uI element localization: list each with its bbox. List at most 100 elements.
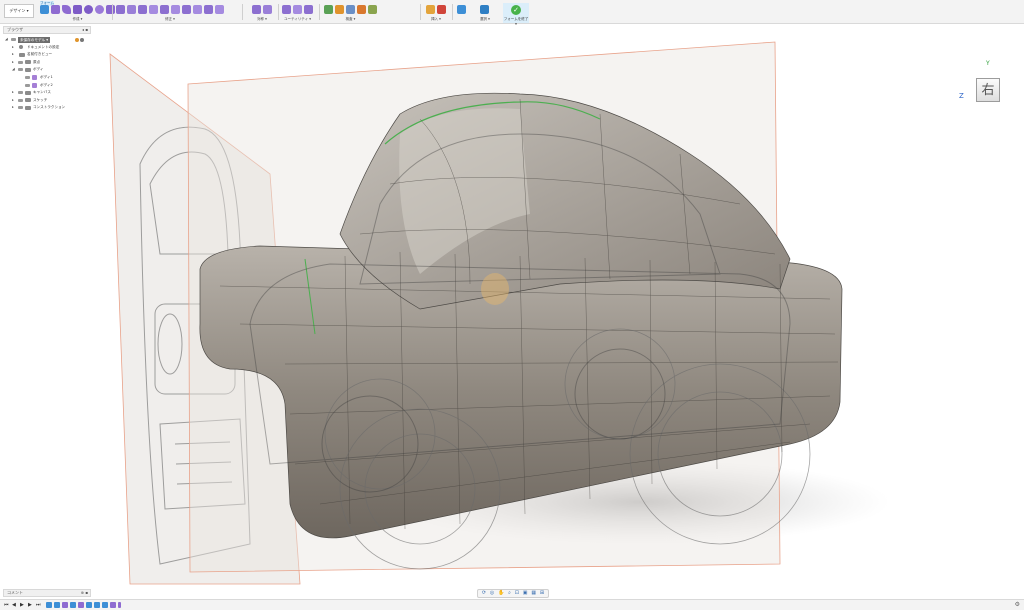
tree-item-document-settings[interactable]: ▸ ドキュメントの設定 bbox=[3, 44, 91, 52]
collapse-arrow-icon[interactable]: ◢ bbox=[12, 66, 15, 73]
weld-vertices-icon[interactable] bbox=[193, 5, 202, 14]
toolbar-divider bbox=[452, 4, 453, 20]
modify-menu-label[interactable]: 修正 ▾ bbox=[116, 17, 224, 22]
bridge-icon[interactable] bbox=[171, 5, 180, 14]
insert-point-icon[interactable] bbox=[149, 5, 158, 14]
comments-expand-icon[interactable]: ⊕ ▪ bbox=[81, 590, 88, 596]
tree-item-named-views[interactable]: ▸ 名前付きビュー bbox=[3, 51, 91, 59]
tree-item-bodies[interactable]: ◢ ボディ bbox=[3, 66, 91, 74]
canvas-icon[interactable] bbox=[457, 5, 466, 14]
display-mode-icon[interactable] bbox=[282, 5, 291, 14]
go-to-end-icon[interactable]: ⏭ bbox=[36, 602, 41, 608]
merge-edge-icon[interactable] bbox=[160, 5, 169, 14]
timeline-sketch-icon[interactable] bbox=[46, 602, 52, 608]
step-forward-icon[interactable]: ▶ bbox=[28, 602, 32, 608]
timeline-form-icon[interactable] bbox=[62, 602, 68, 608]
visibility-icon[interactable] bbox=[18, 60, 23, 64]
expand-arrow-icon[interactable]: ▸ bbox=[12, 59, 14, 66]
expand-arrow-icon[interactable]: ▸ bbox=[12, 104, 14, 111]
circular-symmetry-icon[interactable] bbox=[263, 5, 272, 14]
sphere-icon[interactable] bbox=[84, 5, 93, 14]
browser-collapse-icon[interactable]: ◂ ▪ bbox=[82, 27, 88, 33]
plane-icon[interactable] bbox=[62, 5, 71, 14]
cylinder-icon[interactable] bbox=[73, 5, 82, 14]
go-to-start-icon[interactable]: ⏮ bbox=[4, 602, 9, 608]
symmetry-menu-label[interactable]: 対称 ▾ bbox=[252, 17, 272, 22]
play-icon[interactable]: ▶ bbox=[20, 602, 24, 608]
select-menu-label[interactable]: 選択 ▾ bbox=[480, 17, 490, 22]
timeline-sketch-icon[interactable] bbox=[94, 602, 100, 608]
visibility-icon[interactable] bbox=[18, 106, 23, 110]
orbit-icon[interactable]: ⟳ bbox=[482, 590, 486, 597]
timeline-marker-icon[interactable] bbox=[118, 602, 121, 608]
collapse-arrow-icon[interactable]: ◢ bbox=[5, 36, 8, 43]
measure-icon[interactable] bbox=[324, 5, 333, 14]
expand-arrow-icon[interactable]: ▸ bbox=[12, 51, 14, 58]
timeline-form-icon[interactable] bbox=[78, 602, 84, 608]
tree-item-body2[interactable]: ボディ2 bbox=[3, 82, 91, 90]
look-at-icon[interactable]: ◎ bbox=[490, 590, 494, 597]
folder-icon bbox=[25, 105, 31, 110]
tree-item-sketches[interactable]: ▸ スケッチ bbox=[3, 97, 91, 105]
grid-settings-icon[interactable]: ▦ bbox=[531, 590, 536, 597]
utilities-menu-label[interactable]: ユーティリティ ▾ bbox=[282, 17, 313, 22]
crease-icon[interactable] bbox=[204, 5, 213, 14]
torus-icon[interactable] bbox=[95, 5, 104, 14]
finish-form-button[interactable]: ✓ フォームを終了 ▾ bbox=[503, 3, 529, 26]
insert-menu-label[interactable]: 挿入 ▾ bbox=[426, 17, 446, 22]
visibility-icon[interactable] bbox=[18, 91, 23, 95]
canvas-viewport[interactable]: Y Z 右 bbox=[0, 24, 1024, 589]
tree-item-origin[interactable]: ▸ 原点 bbox=[3, 59, 91, 67]
insert-svg-icon[interactable] bbox=[437, 5, 446, 14]
draft-analysis-icon[interactable] bbox=[357, 5, 366, 14]
fit-icon[interactable]: ⊡ bbox=[515, 590, 519, 597]
quadball-icon[interactable] bbox=[106, 5, 115, 14]
browser-header[interactable]: ブラウザ ◂ ▪ bbox=[3, 26, 91, 34]
edit-form-icon[interactable] bbox=[116, 5, 125, 14]
curvature-icon[interactable] bbox=[346, 5, 355, 14]
make-uniform-icon[interactable] bbox=[304, 5, 313, 14]
display-settings-icon[interactable]: ▣ bbox=[523, 590, 528, 597]
tree-item-construction[interactable]: ▸ コンストラクション bbox=[3, 104, 91, 112]
tree-root-model[interactable]: ◢ 未保存のモデル ▾ bbox=[3, 36, 91, 44]
target-icon[interactable] bbox=[80, 37, 84, 42]
insert-derive-icon[interactable] bbox=[426, 5, 435, 14]
timeline-canvas-icon[interactable] bbox=[70, 602, 76, 608]
select-arrow-icon[interactable] bbox=[480, 5, 489, 14]
visibility-icon[interactable] bbox=[18, 98, 23, 102]
zebra-icon[interactable] bbox=[335, 5, 344, 14]
comments-panel[interactable]: コメント ⊕ ▪ bbox=[3, 589, 91, 597]
create-menu-label[interactable]: 作成 ▾ bbox=[40, 17, 115, 22]
fill-hole-icon[interactable] bbox=[182, 5, 191, 14]
visibility-icon[interactable] bbox=[11, 38, 16, 41]
step-back-icon[interactable]: ◀ bbox=[12, 602, 16, 608]
expand-arrow-icon[interactable]: ▸ bbox=[12, 44, 14, 51]
tree-item-body1[interactable]: ボディ1 bbox=[3, 74, 91, 82]
axis-y-label: Y bbox=[986, 60, 990, 67]
inspect-menu-label[interactable]: 検査 ▾ bbox=[324, 17, 377, 22]
subdivide-icon[interactable] bbox=[138, 5, 147, 14]
isocurve-icon[interactable] bbox=[368, 5, 377, 14]
timeline-canvas-icon[interactable] bbox=[54, 602, 60, 608]
visibility-icon[interactable] bbox=[18, 68, 23, 72]
timeline-sketch-icon[interactable] bbox=[86, 602, 92, 608]
box-icon[interactable] bbox=[51, 5, 60, 14]
zoom-icon[interactable]: ⌕ bbox=[508, 590, 511, 597]
mirror-internal-icon[interactable] bbox=[252, 5, 261, 14]
expand-arrow-icon[interactable]: ▸ bbox=[12, 89, 14, 96]
tree-item-canvases[interactable]: ▸ キャンバス bbox=[3, 89, 91, 97]
timeline-form-icon[interactable] bbox=[110, 602, 116, 608]
visibility-icon[interactable] bbox=[25, 83, 30, 87]
insert-edge-icon[interactable] bbox=[127, 5, 136, 14]
timeline-settings-gear-icon[interactable]: ⚙ bbox=[1015, 601, 1020, 608]
viewcube[interactable]: Y Z 右 bbox=[956, 60, 1016, 116]
pan-icon[interactable]: ✋ bbox=[498, 590, 504, 597]
visibility-icon[interactable] bbox=[25, 75, 30, 79]
uncrease-icon[interactable] bbox=[215, 5, 224, 14]
viewports-icon[interactable]: ⊞ bbox=[540, 590, 544, 597]
timeline-canvas-icon[interactable] bbox=[102, 602, 108, 608]
create-sketch-icon[interactable] bbox=[40, 5, 49, 14]
repair-body-icon[interactable] bbox=[293, 5, 302, 14]
expand-arrow-icon[interactable]: ▸ bbox=[12, 97, 14, 104]
workspace-switcher[interactable]: デザイン ▾ bbox=[4, 4, 34, 18]
